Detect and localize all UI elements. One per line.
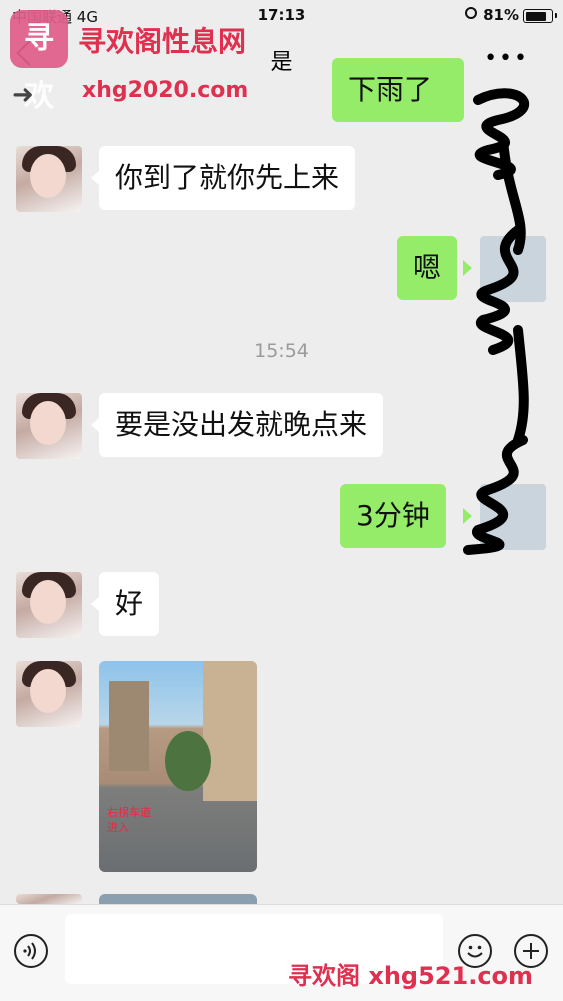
contact-avatar[interactable] [16, 393, 82, 459]
photo-message[interactable]: 右拐车道 进入 [99, 661, 257, 872]
message-bubble-right[interactable]: 3分钟 [340, 484, 446, 548]
contact-avatar[interactable] [16, 572, 82, 638]
photo-message [99, 894, 257, 904]
contact-avatar[interactable] [16, 146, 82, 212]
building-shape [109, 681, 149, 771]
battery-cap [555, 13, 557, 18]
watermark-footer: 寻欢阁 xhg521.com [288, 962, 534, 990]
contact-avatar [16, 894, 82, 904]
watermark-logo: 寻欢 [10, 10, 68, 114]
building-shape [203, 661, 257, 801]
message-bubble-left[interactable]: 你到了就你先上来 [99, 146, 356, 210]
censor-scribble [463, 88, 529, 555]
battery-icon [523, 9, 553, 23]
alarm-icon [465, 7, 477, 19]
photo-annotation: 右拐车道 进入 [107, 806, 151, 834]
voice-icon[interactable] [14, 934, 48, 968]
message-bubble-right[interactable]: 嗯 [397, 236, 458, 300]
message-bubble-right[interactable]: 下雨了 [332, 58, 464, 122]
battery-percent: 81% [483, 6, 519, 24]
message-bubble-left[interactable]: 要是没出发就晚点来 [99, 393, 384, 457]
more-options-icon[interactable]: ••• [484, 46, 529, 71]
watermark-url: xhg2020.com [82, 78, 249, 103]
message-bubble-left[interactable]: 好 [99, 572, 160, 636]
arrow-icon: ➜ [12, 80, 34, 110]
tree-shape [165, 731, 211, 791]
watermark-title: 寻欢阁性息网 [78, 25, 247, 58]
contact-avatar[interactable] [16, 661, 82, 727]
